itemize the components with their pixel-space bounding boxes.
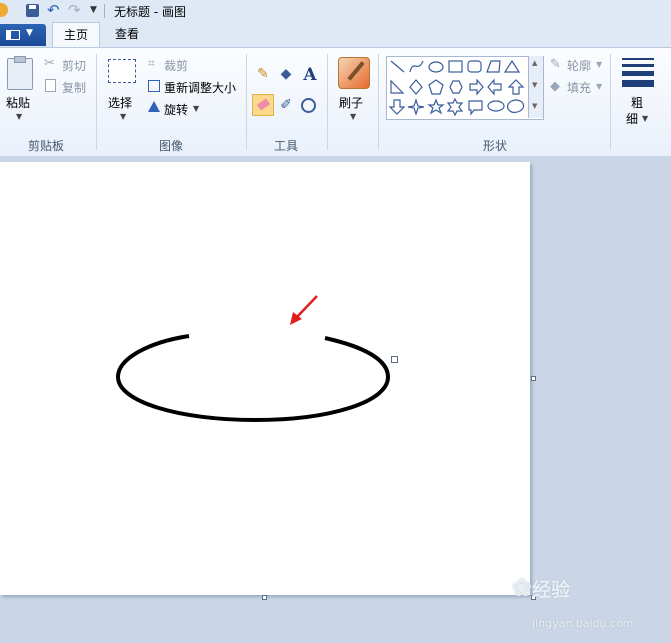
fill-icon: ◆ — [550, 79, 560, 94]
title-separator — [104, 4, 105, 18]
tab-view[interactable]: 查看 — [104, 22, 150, 46]
scroll-down-icon[interactable]: ▼ — [532, 81, 537, 89]
chevron-down-icon: ▼ — [120, 112, 127, 121]
tab-row: ▼ 主页 查看 — [0, 22, 671, 47]
scroll-up-icon[interactable]: ▲ — [532, 59, 537, 67]
select-icon[interactable] — [108, 59, 136, 83]
copy-button[interactable]: 复制 — [62, 79, 86, 96]
canvas-resize-handle-bottom[interactable] — [262, 595, 267, 600]
divider — [610, 54, 611, 150]
chevron-down-icon: ▼ — [16, 112, 23, 121]
drawing-canvas[interactable] — [0, 162, 530, 595]
title-bar: ↶ ↷ ▼ 无标题 - 画图 — [0, 0, 671, 23]
tab-home[interactable]: 主页 — [52, 22, 100, 47]
rotate-button[interactable]: 旋转 — [164, 101, 188, 118]
undo-icon[interactable]: ↶ — [47, 1, 60, 19]
cut-button[interactable]: 剪切 — [62, 57, 86, 74]
shapes-gallery-scroll[interactable]: ▲ ▼ ▼ — [528, 56, 543, 118]
customize-qat-icon[interactable]: ▼ — [90, 5, 97, 15]
chevron-down-icon: ▼ — [642, 114, 649, 123]
text-icon[interactable]: A — [300, 65, 320, 85]
eraser-icon[interactable] — [252, 94, 274, 116]
red-arrow-shaft — [295, 295, 318, 319]
shapes-gallery[interactable] — [386, 56, 544, 120]
copy-icon — [45, 79, 56, 92]
file-menu-icon — [6, 30, 20, 40]
clipboard-group-label: 剪贴板 — [27, 139, 64, 153]
resize-button[interactable]: 重新调整大小 — [164, 79, 236, 96]
gallery-expand-icon[interactable]: ▼ — [532, 102, 537, 110]
file-menu-button[interactable]: ▼ — [0, 24, 46, 46]
canvas-drawing — [115, 295, 391, 423]
redo-icon[interactable]: ↷ — [68, 1, 81, 19]
crop-button[interactable]: 裁剪 — [164, 57, 188, 74]
watermark-url: jingyan.baidu.com — [532, 617, 634, 630]
divider — [378, 54, 379, 150]
save-icon[interactable] — [26, 4, 39, 17]
paw-icon: ❀ — [512, 574, 533, 602]
brushes-button[interactable]: 刷子 — [339, 94, 363, 111]
crop-icon: ⌗ — [148, 56, 155, 70]
chevron-down-icon: ▼ — [596, 82, 603, 91]
scissors-icon: ✂ — [44, 56, 55, 71]
window-title: 无标题 - 画图 — [114, 5, 186, 19]
chevron-down-icon: ▼ — [350, 112, 357, 121]
resize-icon — [148, 80, 160, 92]
image-group-label: 图像 — [158, 139, 183, 153]
outline-button[interactable]: 轮廓 — [567, 57, 591, 74]
magnifier-icon[interactable] — [301, 98, 316, 113]
chevron-down-icon: ▼ — [596, 60, 603, 69]
size-button-line1[interactable]: 粗 — [631, 94, 643, 111]
tools-group-label: 工具 — [273, 139, 298, 153]
ellipse-stroke — [115, 334, 391, 423]
chevron-down-icon: ▼ — [193, 104, 200, 113]
rotate-icon — [148, 101, 160, 112]
outline-icon: ✎ — [550, 57, 561, 72]
color-picker-icon[interactable]: ✐ — [277, 97, 295, 115]
canvas-resize-handle-right[interactable] — [531, 376, 536, 381]
divider — [246, 54, 247, 150]
brush-icon[interactable] — [338, 57, 370, 89]
select-button[interactable]: 选择 — [108, 94, 132, 111]
divider — [327, 54, 328, 150]
size-button-line2[interactable]: 细 — [626, 110, 638, 127]
shape-resize-handle[interactable] — [391, 356, 398, 363]
chevron-down-icon: ▼ — [26, 28, 33, 38]
paste-icon[interactable] — [7, 56, 33, 90]
watermark-logo: ❀经验 — [512, 574, 570, 602]
paste-button[interactable]: 粘贴 — [6, 94, 30, 111]
fill-bucket-icon[interactable]: ◆ — [276, 66, 296, 86]
pencil-icon[interactable]: ✎ — [253, 66, 273, 86]
divider — [96, 54, 97, 150]
fill-button[interactable]: 填充 — [567, 79, 591, 96]
watermark-brand: 经验 — [532, 579, 571, 601]
shapes-group-label: 形状 — [482, 139, 507, 153]
app-icon[interactable] — [0, 3, 8, 17]
shapes-gallery-icons[interactable] — [387, 57, 529, 119]
ribbon: 粘贴 ▼ ✂ 剪切 复制 剪贴板 选择 ▼ ⌗ 裁剪 重新调整大小 旋转 ▼ 图… — [0, 47, 671, 157]
